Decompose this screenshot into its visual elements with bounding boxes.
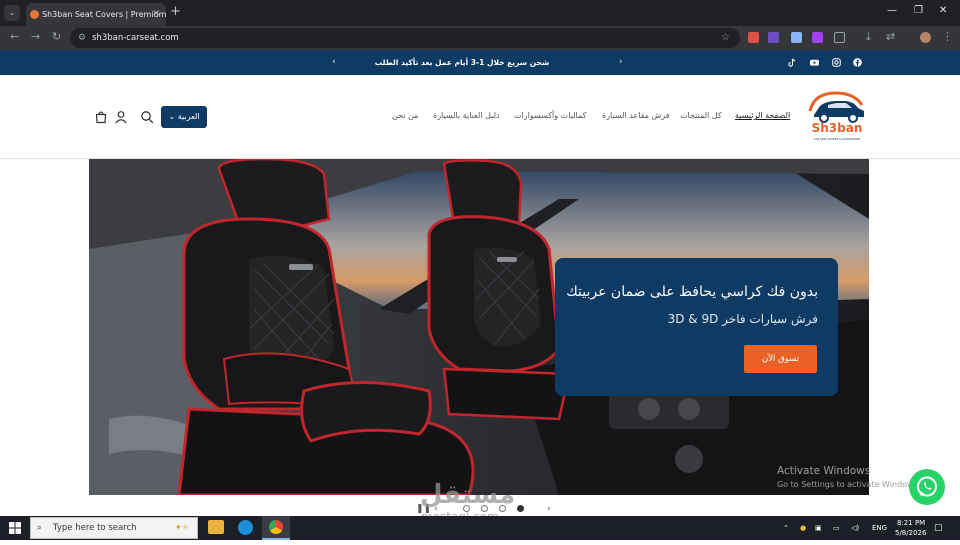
sh3ban-logo[interactable]: Sh3ban CAR SEAT COVERS & ACCESSORIES: [806, 89, 868, 145]
tab-title: Sh3ban Seat Covers | Premium: [42, 10, 166, 19]
back-icon[interactable]: ←: [10, 30, 19, 43]
slide-next-icon[interactable]: ›: [547, 504, 551, 514]
browser-tab-strip: ⌄ Sh3ban Seat Covers | Premium ✕ + — ❐ ✕: [0, 0, 960, 26]
whatsapp-chat-button[interactable]: [909, 469, 945, 505]
tray-overflow-icon[interactable]: ⌃: [783, 516, 789, 540]
translate-icon[interactable]: ⇄: [886, 30, 895, 43]
taskbar-search-box[interactable]: ⌕ Type here to search ✦✧: [30, 517, 198, 539]
notifications-icon[interactable]: ▢: [934, 516, 943, 540]
chevron-down-icon: ⌄: [168, 112, 178, 121]
nav-seat-covers[interactable]: فرش مقاعد السيارة: [602, 111, 670, 120]
logo-tagline: CAR SEAT COVERS & ACCESSORIES: [814, 137, 860, 141]
bookmark-star-icon[interactable]: ☆: [721, 28, 730, 48]
youtube-icon[interactable]: [810, 58, 819, 67]
chrome-icon: [269, 520, 283, 534]
facebook-icon[interactable]: [853, 58, 862, 67]
reload-icon[interactable]: ↻: [52, 30, 61, 43]
site-favicon-icon: [30, 10, 39, 19]
nav-accessories[interactable]: كماليات وأكسسوارات: [514, 111, 586, 120]
activate-windows-title: Activate Windows: [777, 465, 871, 477]
volume-icon[interactable]: ◁): [851, 516, 859, 540]
browser-tab-active[interactable]: Sh3ban Seat Covers | Premium ✕: [26, 3, 166, 26]
network-icon[interactable]: ▭: [833, 516, 840, 540]
shop-now-button[interactable]: تسوق الآن: [744, 345, 817, 373]
extension-icon[interactable]: [768, 32, 779, 43]
taskbar-search-placeholder: Type here to search: [53, 523, 137, 533]
activate-windows-subtitle: Go to Settings to activate Windows.: [777, 480, 921, 489]
new-tab-button[interactable]: +: [170, 4, 181, 19]
close-window-icon[interactable]: ✕: [939, 5, 947, 16]
instagram-icon[interactable]: [832, 58, 841, 67]
site-header: Sh3ban CAR SEAT COVERS & ACCESSORIES الص…: [0, 75, 960, 159]
account-icon[interactable]: [114, 110, 128, 124]
cart-icon[interactable]: [94, 110, 108, 124]
tray-app-icon[interactable]: ▣: [815, 516, 822, 540]
announcement-next-icon[interactable]: ›: [619, 50, 623, 75]
download-extension-icon[interactable]: [812, 32, 823, 43]
hero-subheadline: فرش سيارات فاخر 3D & 9D: [667, 312, 818, 326]
browser-menu-icon[interactable]: ⋮: [942, 30, 953, 43]
mostaql-watermark: مستقل: [420, 480, 516, 510]
search-icon: ⌕: [37, 523, 42, 533]
nav-all-products[interactable]: كل المنتجات: [680, 111, 722, 120]
chrome-taskbar-button[interactable]: [262, 516, 290, 540]
file-explorer-icon[interactable]: [208, 520, 224, 534]
site-info-icon[interactable]: ⚙: [78, 28, 86, 48]
url-text: sh3ban-carseat.com: [92, 33, 179, 43]
edge-browser-icon[interactable]: [238, 520, 253, 535]
announcement-text: شحن سريع خلال 1-3 أيام عمل بعد تأكيد الط…: [374, 58, 550, 67]
minimize-window-icon[interactable]: —: [887, 5, 897, 16]
logo-wordmark: Sh3ban: [812, 121, 863, 135]
extension-icon[interactable]: [791, 32, 802, 43]
windows-taskbar: ⌕ Type here to search ✦✧ ⌃ ● ▣ ▭ ◁) ENG …: [0, 516, 960, 540]
hero-promo-card: بدون فك كراسي يحافظ على ضمان عربيتك فرش …: [555, 258, 838, 396]
clock-date[interactable]: 5/8/2026: [895, 521, 926, 545]
tray-app-icon[interactable]: ●: [800, 516, 806, 540]
close-tab-icon[interactable]: ✕: [152, 3, 160, 26]
nav-car-care-guide[interactable]: دليل العناية بالسيارة: [433, 111, 500, 120]
tab-search-button[interactable]: ⌄: [4, 5, 20, 21]
whatsapp-icon: [917, 476, 937, 497]
extensions-puzzle-icon[interactable]: [834, 32, 845, 43]
search-icon[interactable]: [140, 110, 154, 124]
input-language[interactable]: ENG: [872, 516, 887, 540]
address-bar[interactable]: ⚙ sh3ban-carseat.com ☆: [70, 28, 740, 48]
restore-window-icon[interactable]: ❐: [914, 5, 923, 16]
downloads-icon[interactable]: ⤓: [866, 30, 871, 44]
extension-icon[interactable]: [748, 32, 759, 43]
windows-start-icon[interactable]: [9, 522, 21, 534]
nav-home[interactable]: الصفحة الرئيسية: [735, 111, 790, 120]
nav-about-us[interactable]: من نحن: [392, 111, 418, 120]
browser-toolbar: ← → ↻ ⚙ sh3ban-carseat.com ☆ ⤓ ⇄ ⋮: [0, 26, 960, 50]
tiktok-icon[interactable]: [788, 58, 797, 67]
language-label: العربية: [177, 112, 200, 121]
forward-icon[interactable]: →: [31, 30, 40, 43]
announcement-bar: ‹ شحن سريع خلال 1-3 أيام عمل بعد تأكيد ا…: [0, 50, 960, 75]
profile-avatar-icon[interactable]: [920, 32, 931, 43]
language-selector[interactable]: ⌄ العربية: [161, 106, 207, 128]
hero-headline: بدون فك كراسي يحافظ على ضمان عربيتك: [566, 284, 818, 300]
search-highlight-icon: ✦✧: [174, 523, 189, 533]
slide-dot-active[interactable]: [517, 505, 524, 512]
